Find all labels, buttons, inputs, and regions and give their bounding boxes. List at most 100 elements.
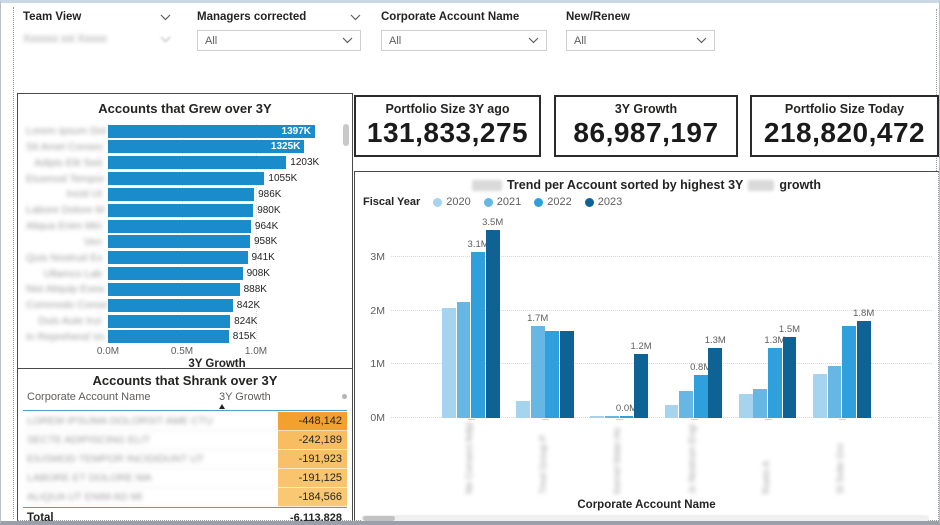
grew-chart-scrollbar[interactable]: [343, 124, 349, 342]
trend-x-category-redacted: Ruelo A: [761, 422, 772, 494]
trend-title-text: growth: [779, 178, 821, 192]
trend-bar-2020[interactable]: [665, 405, 679, 418]
corporate-label: Corporate Account Name: [381, 11, 519, 23]
trend-bar-2020[interactable]: [739, 394, 753, 418]
grew-bar[interactable]: [108, 315, 230, 328]
trend-bar-2023[interactable]: [783, 337, 797, 418]
grew-bar-value-label: 986K: [258, 189, 281, 200]
trend-bar-2021[interactable]: [753, 389, 767, 419]
grew-bar[interactable]: 1325K: [108, 140, 304, 153]
legend-dot-icon: [534, 198, 543, 207]
grew-bar[interactable]: [108, 235, 250, 248]
grew-scrollbar-thumb[interactable]: [343, 124, 349, 146]
grew-bar-track: 958K: [108, 235, 340, 248]
grew-bar[interactable]: [108, 156, 286, 169]
filter-corporate-account-name: Corporate Account Name All: [381, 9, 547, 25]
trend-bar-2021[interactable]: [605, 416, 619, 418]
grew-bar-row: Lorem Ipsum Dol1397K: [26, 124, 340, 138]
grew-category-label-redacted: Duis Aute Irur: [26, 315, 108, 327]
trend-bar-2022[interactable]: [768, 348, 782, 418]
grew-bar[interactable]: [108, 330, 229, 343]
grew-bar[interactable]: [108, 251, 248, 264]
trend-bar-2020[interactable]: [590, 416, 604, 418]
legend-label: 2020: [446, 196, 470, 208]
trend-bar-2023[interactable]: [634, 354, 648, 418]
trend-cluster: 0.8M1.3M: [665, 214, 723, 418]
column-header-3y-growth[interactable]: 3Y Growth: [219, 391, 271, 403]
grew-bar-track: 888K: [108, 283, 340, 296]
grew-bar-row: Eiusmod Tempor1055K: [26, 172, 340, 186]
legend-item-2021[interactable]: 2021: [484, 196, 521, 208]
table-scrollbar-dot[interactable]: [342, 394, 347, 399]
grew-bar-track: 842K: [108, 299, 340, 312]
grew-bar[interactable]: [108, 172, 264, 185]
trend-bar-2022[interactable]: [545, 331, 559, 419]
grew-bar[interactable]: [108, 204, 253, 217]
grew-bar-track: 980K: [108, 204, 340, 217]
table-row[interactable]: LOREM IPSUMA DOLORSIT AME CTU-448,142: [23, 412, 347, 431]
table-row[interactable]: ALIQUA UT ENIM AD MI-184,566: [23, 488, 347, 507]
filter-new-renew: New/Renew All: [566, 9, 715, 25]
trend-data-label: 3.5M: [474, 217, 512, 228]
grew-category-label-redacted: Quis Nostrud Ex: [26, 252, 108, 264]
grew-category-label-redacted: Sit Amet Consec: [26, 141, 108, 153]
grew-bar[interactable]: [108, 267, 243, 280]
trend-bar-2023[interactable]: [708, 348, 722, 418]
legend-dot-icon: [585, 198, 594, 207]
trend-bar-2023[interactable]: [857, 321, 871, 418]
grew-category-label-redacted: Adipis Elit Sed: [26, 157, 108, 169]
trend-bar-2021[interactable]: [457, 302, 471, 418]
growth-value-cell: -184,566: [278, 488, 347, 507]
trend-scrollbar-thumb[interactable]: [363, 516, 395, 521]
table-row[interactable]: SECTE ADIPISCING ELIT-242,189: [23, 431, 347, 450]
trend-bar-2021[interactable]: [679, 391, 693, 418]
trend-y-tick-label: 0M: [359, 412, 385, 424]
trend-cluster: 3.1M3.5M: [442, 214, 500, 418]
corporate-dropdown[interactable]: All: [381, 30, 547, 51]
trend-bar-2023[interactable]: [560, 331, 574, 419]
trend-bar-2022[interactable]: [842, 326, 856, 418]
table-row[interactable]: LABORE ET DOLORE MA-191,125: [23, 469, 347, 488]
trend-bar-2020[interactable]: [813, 374, 827, 418]
trend-cluster: 1.3M1.5M: [739, 214, 797, 418]
grew-bar-row: Ven958K: [26, 235, 340, 249]
legend-item-2023[interactable]: 2023: [585, 196, 622, 208]
trend-bar-2020[interactable]: [516, 401, 530, 418]
trend-bar-2023[interactable]: [486, 230, 500, 418]
trend-x-category-redacted: Sl Solie Gro: [835, 422, 846, 494]
trend-bar-2021[interactable]: [828, 366, 842, 418]
grew-bar-track: 1055K: [108, 172, 340, 185]
column-header-account-name[interactable]: Corporate Account Name: [27, 391, 151, 403]
grew-bar[interactable]: [108, 188, 254, 201]
trend-bar-2022[interactable]: [620, 416, 634, 418]
legend-item-2022[interactable]: 2022: [534, 196, 571, 208]
trend-bar-2021[interactable]: [531, 326, 545, 418]
grew-bar[interactable]: [108, 220, 251, 233]
new-renew-dropdown[interactable]: All: [566, 30, 715, 51]
trend-data-label: 1.3M: [696, 335, 734, 346]
grew-bar-row: Duis Aute Irur824K: [26, 314, 340, 328]
grew-bar[interactable]: [108, 299, 233, 312]
new-renew-label: New/Renew: [566, 11, 630, 23]
grew-bar[interactable]: [108, 283, 240, 296]
team-view-value-row[interactable]: Xxxxxx xxi Xxxxx: [23, 33, 171, 45]
table-row[interactable]: EIUSMOD TEMPOR INCIDIDUNT UT-191,923: [23, 450, 347, 469]
trend-bar-2020[interactable]: [442, 308, 456, 418]
trend-chart-scrollbar[interactable]: [361, 515, 929, 522]
grew-bar[interactable]: 1397K: [108, 125, 315, 138]
trend-y-tick-label: 3M: [359, 251, 385, 263]
grew-category-label-redacted: Commodo Conse: [26, 299, 108, 311]
trend-per-account-chart: Trend per Account sorted by highest 3Ygr…: [354, 171, 939, 521]
managers-header-chevron-icon[interactable]: [350, 14, 361, 21]
kpi-portfolio-today: Portfolio Size Today 218,820,472: [750, 95, 939, 157]
team-view-chevron-icon[interactable]: [160, 14, 171, 21]
grew-bar-value-label: 1055K: [268, 173, 297, 184]
trend-bar-2022[interactable]: [471, 252, 485, 419]
trend-bar-2022[interactable]: [694, 375, 708, 418]
legend-item-2020[interactable]: 2020: [433, 196, 470, 208]
grew-bar-row: Aliqua Enim Min964K: [26, 219, 340, 233]
managers-dropdown[interactable]: All: [197, 30, 361, 51]
total-value: -6,113,828: [278, 509, 347, 524]
trend-x-category-redacted: Kernel Wate Ho: [612, 422, 623, 494]
trend-x-axis-title: Corporate Account Name: [355, 499, 938, 511]
